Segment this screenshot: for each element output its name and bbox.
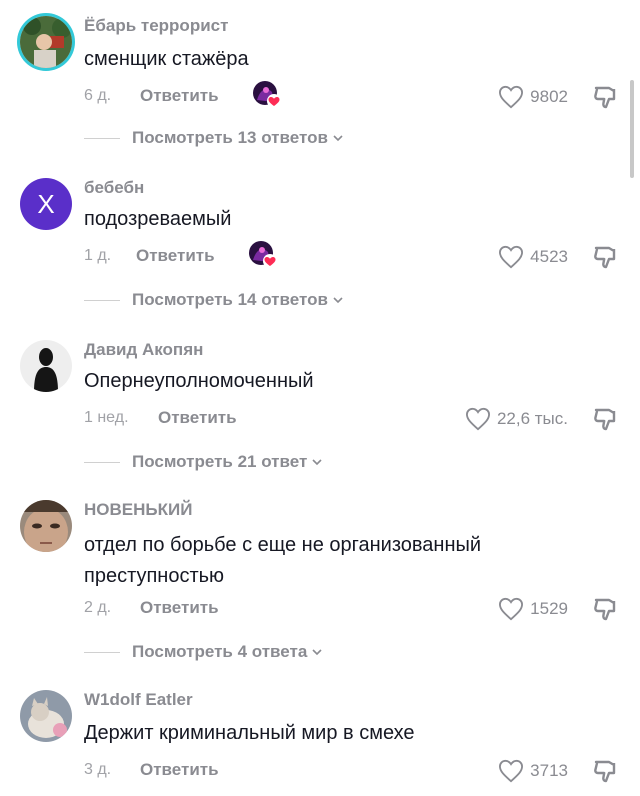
avatar[interactable] — [20, 340, 72, 392]
like-count: 1529 — [530, 599, 568, 618]
dislike-icon[interactable] — [592, 757, 620, 785]
divider-line — [84, 137, 120, 139]
comment-text: сменщик стажёра — [84, 48, 249, 70]
comment-meta: 3 д. Ответить 3713 — [84, 758, 620, 784]
view-replies-label: Посмотреть 13 ответов — [132, 128, 328, 147]
dislike-icon[interactable] — [592, 83, 620, 111]
like-button[interactable]: 4523 — [498, 244, 568, 270]
view-replies-label: Посмотреть 4 ответа — [132, 642, 308, 661]
comment-date: 3 д. — [84, 761, 112, 778]
reply-button[interactable]: Ответить — [140, 86, 219, 106]
comment-date: 1 нед. — [84, 409, 129, 426]
comment-text: отдел по борьбе с еще не организованный … — [84, 534, 482, 587]
reply-button[interactable]: Ответить — [136, 246, 215, 266]
avatar-photo-icon — [20, 16, 72, 68]
view-replies-button[interactable]: Посмотреть 21 ответ — [84, 450, 323, 474]
like-button[interactable]: 9802 — [498, 84, 568, 110]
dislike-icon[interactable] — [592, 595, 620, 623]
comment-date: 2 д. — [84, 599, 112, 616]
heart-icon — [498, 597, 524, 621]
comment-date: 6 д. — [84, 87, 112, 104]
comment-text: подозреваемый — [84, 208, 232, 230]
avatar[interactable] — [20, 16, 72, 68]
like-button[interactable]: 3713 — [498, 758, 568, 784]
heart-icon — [465, 407, 491, 431]
like-count: 22,6 тыс. — [496, 409, 568, 428]
chevron-down-icon — [332, 132, 344, 144]
heart-icon — [498, 759, 524, 783]
chevron-down-icon — [332, 294, 344, 306]
comment-text: Опернеуполномоченный — [84, 370, 314, 392]
view-replies-button[interactable]: Посмотреть 14 ответов — [84, 288, 344, 312]
reply-button[interactable]: Ответить — [158, 408, 237, 428]
comment-date: 1 д. — [84, 247, 112, 264]
chevron-down-icon — [311, 646, 323, 658]
comment-author[interactable]: W1dolf Eatler — [84, 690, 193, 710]
comment-author[interactable]: Давид Акопян — [84, 340, 203, 360]
view-replies-button[interactable]: Посмотреть 4 ответа — [84, 640, 323, 664]
divider-line — [84, 461, 120, 463]
comment-author[interactable]: бебебн — [84, 178, 144, 198]
comment-meta: 6 д. Ответить 9802 — [84, 84, 620, 110]
avatar[interactable]: X — [20, 178, 72, 230]
scrollbar[interactable] — [630, 80, 634, 178]
reply-button[interactable]: Ответить — [140, 598, 219, 618]
chevron-down-icon — [311, 456, 323, 468]
avatar[interactable] — [20, 500, 72, 552]
comment-author[interactable]: НОВЕНЬКИЙ — [84, 500, 192, 520]
comment-text: Держит криминальный мир в смехе — [84, 722, 415, 744]
comment-author[interactable]: Ёбарь террорист — [84, 16, 228, 36]
view-replies-label: Посмотреть 21 ответ — [132, 452, 308, 471]
like-count: 3713 — [530, 761, 568, 780]
reply-button[interactable]: Ответить — [140, 760, 219, 780]
dislike-icon[interactable] — [592, 243, 620, 271]
like-count: 9802 — [530, 87, 568, 106]
like-button[interactable]: 22,6 тыс. — [465, 406, 568, 432]
divider-line — [84, 299, 120, 301]
comment-meta: 1 нед. Ответить 22,6 тыс. — [84, 406, 620, 432]
avatar-cat-icon — [20, 690, 72, 742]
like-count: 4523 — [530, 247, 568, 266]
heart-icon — [498, 85, 524, 109]
creator-liked-badge — [252, 80, 282, 110]
comment-meta: 1 д. Ответить 4523 — [84, 244, 620, 270]
avatar-face-icon — [20, 500, 72, 552]
view-replies-label: Посмотреть 14 ответов — [132, 290, 328, 309]
divider-line — [84, 651, 120, 653]
view-replies-button[interactable]: Посмотреть 13 ответов — [84, 126, 344, 150]
avatar[interactable] — [20, 690, 72, 742]
avatar-letter: X — [37, 188, 55, 219]
creator-liked-badge — [248, 240, 278, 270]
like-button[interactable]: 1529 — [498, 596, 568, 622]
comment-meta: 2 д. Ответить 1529 — [84, 596, 620, 622]
dislike-icon[interactable] — [592, 405, 620, 433]
heart-icon — [498, 245, 524, 269]
avatar-silhouette-icon — [20, 340, 72, 392]
